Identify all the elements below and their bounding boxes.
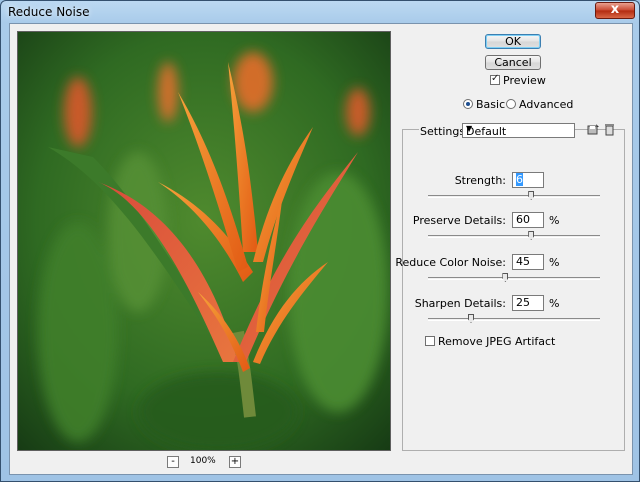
chevron-down-icon: ▼ bbox=[466, 124, 473, 133]
basic-radio[interactable] bbox=[463, 99, 473, 109]
cancel-button[interactable]: Cancel bbox=[485, 55, 541, 70]
zoom-level: 100% bbox=[190, 456, 216, 466]
reduce-noise-dialog: Reduce Noise x - 100% + OK Cancel ✓ Prev… bbox=[0, 0, 640, 482]
remove-jpeg-artifact-label: Remove JPEG Artifact bbox=[438, 335, 556, 348]
dialog-title: Reduce Noise bbox=[8, 5, 90, 19]
advanced-label: Advanced bbox=[519, 98, 574, 111]
ok-button[interactable]: OK bbox=[485, 34, 541, 49]
preview-checkbox[interactable] bbox=[490, 73, 500, 85]
advanced-radio[interactable] bbox=[506, 99, 516, 109]
minus-icon: - bbox=[171, 456, 175, 467]
zoom-in-button[interactable]: + bbox=[229, 456, 241, 468]
param-unit: % bbox=[549, 214, 560, 227]
param-slider-track[interactable] bbox=[428, 273, 600, 282]
param-value: 60 bbox=[516, 213, 530, 226]
preview-label: Preview bbox=[503, 74, 546, 87]
param-value: 45 bbox=[516, 255, 530, 268]
param-label: Preserve Details: bbox=[412, 214, 506, 227]
param-unit: % bbox=[549, 297, 560, 310]
plus-icon: + bbox=[230, 456, 240, 467]
delete-settings-icon[interactable] bbox=[603, 123, 616, 136]
param-value-input[interactable]: 45 bbox=[512, 254, 544, 270]
preview-image[interactable] bbox=[17, 31, 391, 451]
zoom-out-button[interactable]: - bbox=[167, 456, 179, 468]
param-label: Reduce Color Noise: bbox=[395, 256, 506, 269]
flower-photo bbox=[18, 32, 390, 450]
close-button[interactable]: x bbox=[595, 2, 635, 19]
param-value: 25 bbox=[516, 296, 530, 309]
param-slider-track[interactable] bbox=[428, 191, 600, 200]
param-value: 6 bbox=[516, 173, 523, 186]
param-slider-track[interactable] bbox=[428, 231, 600, 240]
basic-label: Basic bbox=[476, 98, 506, 111]
save-settings-icon[interactable] bbox=[587, 123, 600, 136]
param-unit: % bbox=[549, 256, 560, 269]
param-label: Strength: bbox=[454, 174, 506, 187]
param-slider-track[interactable] bbox=[428, 314, 600, 323]
settings-dropdown[interactable]: Default ▼ bbox=[462, 123, 575, 138]
param-value-input[interactable]: 25 bbox=[512, 295, 544, 311]
param-value-input[interactable]: 60 bbox=[512, 212, 544, 228]
param-value-input[interactable]: 6 bbox=[512, 172, 544, 188]
close-icon: x bbox=[610, 2, 620, 17]
param-label: Sharpen Details: bbox=[414, 297, 506, 310]
title-bar[interactable]: Reduce Noise x bbox=[1, 1, 639, 23]
remove-jpeg-artifact-checkbox[interactable] bbox=[425, 336, 435, 346]
dialog-client: - 100% + OK Cancel Preview Basic Advance… bbox=[9, 23, 633, 475]
